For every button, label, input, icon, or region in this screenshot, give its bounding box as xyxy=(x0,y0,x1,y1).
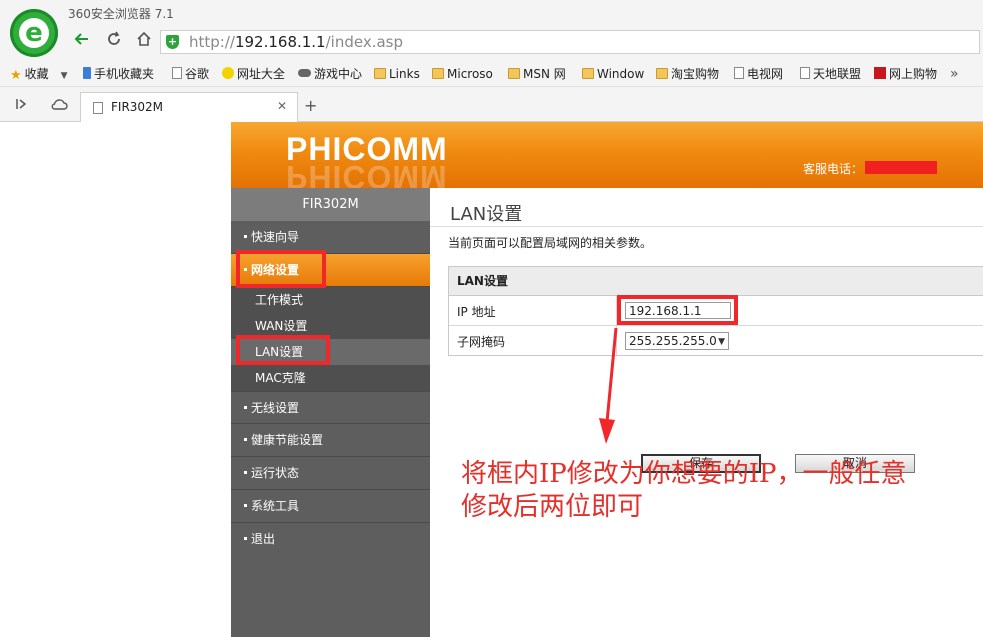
star-icon: ★ xyxy=(10,68,22,83)
sidebar-item-logout[interactable]: 退出 xyxy=(231,523,430,556)
phone-icon xyxy=(83,67,91,79)
folder-icon xyxy=(582,68,594,79)
bookmark-tiandi[interactable]: 天地联盟 xyxy=(800,65,861,83)
page-icon xyxy=(172,67,182,79)
subnet-mask-select[interactable]: 255.255.255.0 ▼ xyxy=(625,332,729,350)
folder-icon xyxy=(508,68,520,79)
bookmark-taobao[interactable]: 淘宝购物 xyxy=(656,65,719,83)
folder-icon xyxy=(432,68,444,79)
chevron-down-icon: ▼ xyxy=(718,337,725,347)
page-title: LAN设置 xyxy=(450,204,523,225)
security-shield-icon: + xyxy=(166,35,179,49)
bookmark-links[interactable]: Links xyxy=(374,65,420,83)
subnet-mask-row: 子网掩码 255.255.255.0 ▼ xyxy=(449,326,983,355)
title-divider xyxy=(430,226,983,227)
chevron-down-icon[interactable]: ▼ xyxy=(61,71,68,81)
back-arrow-icon[interactable] xyxy=(70,31,94,53)
sidebar-item-wireless[interactable]: 无线设置 xyxy=(231,391,430,424)
bookmark-msn[interactable]: MSN 网 xyxy=(508,65,566,83)
url-text[interactable]: http://192.168.1.1/index.asp xyxy=(189,33,403,51)
highlight-network-menu xyxy=(236,250,326,288)
bookmark-mobile[interactable]: 手机收藏夹 xyxy=(83,65,154,83)
tab-bar: FIR302M ✕ + xyxy=(0,88,983,122)
folder-icon xyxy=(374,68,386,79)
app-title: 360安全浏览器 7.1 xyxy=(68,7,174,21)
bookmark-shopping[interactable]: 网上购物 xyxy=(874,65,937,83)
hotline-label: 客服电话： xyxy=(803,162,864,176)
bookmark-nav[interactable]: 网址大全 xyxy=(222,65,285,83)
circle-icon xyxy=(222,67,234,79)
annotation-text: 将框内IP修改为你想要的IP，一般任意修改后两位即可 xyxy=(461,459,907,522)
section-title: LAN设置 xyxy=(449,267,983,296)
shop-icon xyxy=(874,67,886,79)
cloud-icon[interactable] xyxy=(50,97,68,115)
browser-chrome: e 360安全浏览器 7.1 + http://192.168.1.1/inde… xyxy=(0,0,983,122)
page-description: 当前页面可以配置局域网的相关参数。 xyxy=(448,236,653,250)
address-bar[interactable]: + http://192.168.1.1/index.asp xyxy=(160,30,980,54)
page-icon xyxy=(734,67,744,79)
bookmark-tv[interactable]: 电视网 xyxy=(734,65,783,83)
ip-address-label: IP 地址 xyxy=(457,305,496,319)
sidebar-toggle-icon[interactable] xyxy=(14,97,28,115)
bookmark-favorites[interactable]: ★ 收藏 ▼ xyxy=(10,65,68,83)
bookmark-games[interactable]: 游戏中心 xyxy=(298,65,362,83)
tab-fir302m[interactable]: FIR302M ✕ xyxy=(80,92,298,122)
sidebar-sub-mac[interactable]: MAC克隆 xyxy=(231,365,430,391)
sidebar-sub-work-mode[interactable]: 工作模式 xyxy=(231,287,430,313)
browser-logo-icon[interactable]: e xyxy=(10,9,58,57)
page-icon xyxy=(93,102,103,114)
folder-icon xyxy=(656,68,668,79)
sidebar-item-health[interactable]: 健康节能设置 xyxy=(231,424,430,457)
subnet-mask-label: 子网掩码 xyxy=(457,335,506,349)
hotline-redacted xyxy=(865,161,937,174)
sidebar-item-tools[interactable]: 系统工具 xyxy=(231,490,430,523)
refresh-icon[interactable] xyxy=(102,31,126,53)
close-icon[interactable]: ✕ xyxy=(277,99,287,113)
bookmark-microsoft[interactable]: Microso xyxy=(432,65,493,83)
main-content: LAN设置 当前页面可以配置局域网的相关参数。 LAN设置 IP 地址 子网掩码… xyxy=(430,188,983,637)
bookmarks-more-button[interactable]: » xyxy=(950,65,959,83)
sidebar-item-status[interactable]: 运行状态 xyxy=(231,457,430,490)
bookmark-windows[interactable]: Window xyxy=(582,65,644,83)
highlight-lan-menu xyxy=(236,335,330,365)
page-icon xyxy=(800,67,810,79)
home-icon[interactable] xyxy=(132,31,156,53)
model-name: FIR302M xyxy=(231,188,430,221)
highlight-ip-input xyxy=(617,295,738,325)
bookmark-google[interactable]: 谷歌 xyxy=(172,65,209,83)
gamepad-icon xyxy=(298,69,311,77)
tab-title: FIR302M xyxy=(111,100,164,114)
header-banner: PHICOMM PHICOMM 客服电话： xyxy=(231,122,983,195)
annotation-arrow-icon xyxy=(599,327,618,444)
bookmarks-bar: ★ 收藏 ▼ 手机收藏夹 谷歌 网址大全 游戏中心 Links Microso MS… xyxy=(0,62,983,87)
new-tab-button[interactable]: + xyxy=(304,96,317,115)
